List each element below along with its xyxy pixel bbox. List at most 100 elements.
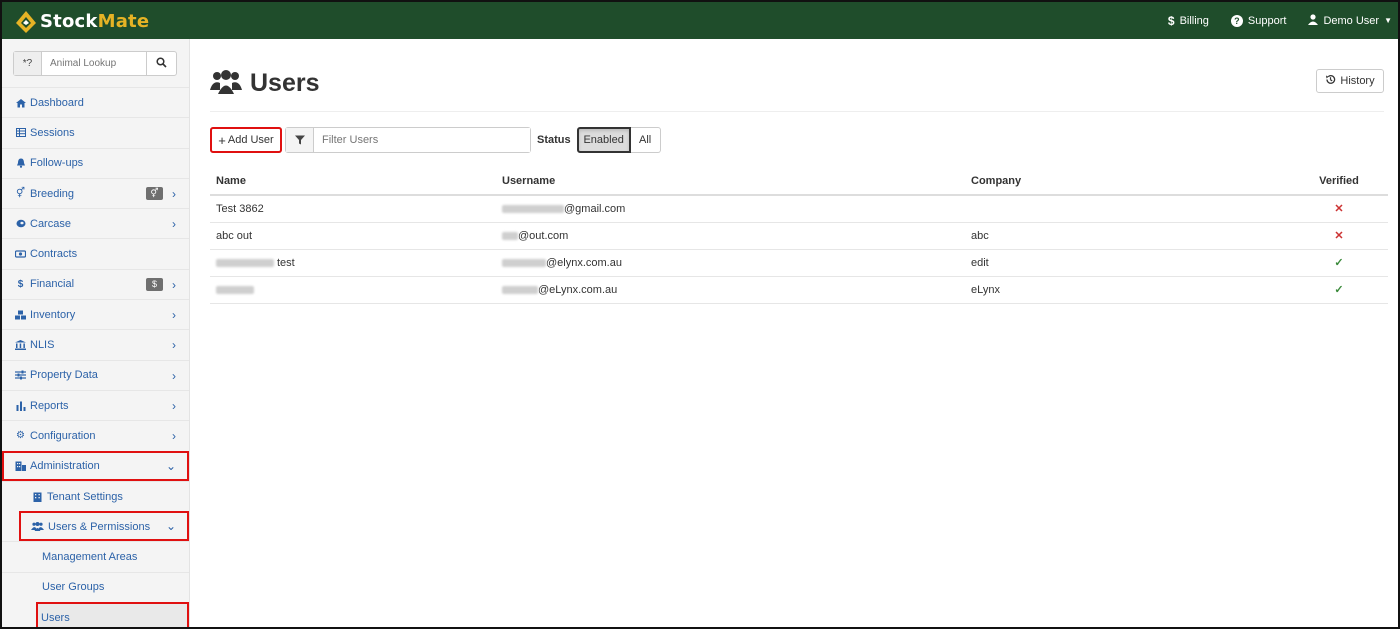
sidebar-item-follow-ups[interactable]: Follow-ups [2,147,189,178]
cell-verified: ✓ [1290,249,1388,277]
meat-icon [15,219,26,228]
brand-name: StockMate [40,10,150,32]
sidebar-item-label: Follow-ups [30,157,84,170]
sidebar-item-label: Financial [30,278,75,291]
cell-company: eLynx [965,276,1290,304]
gender-icon: ⚥ [15,188,26,200]
bar-chart-icon [15,401,26,411]
cell-name: test [210,249,496,277]
sidebar-item-administration[interactable]: Administration ⌄ [2,450,189,481]
wildcard-toggle[interactable]: *? [14,52,42,75]
sidebar-item-label: Carcase [30,217,71,230]
support-link[interactable]: ? Support [1230,14,1287,27]
redacted-text [216,285,254,294]
sidebar-item-reports[interactable]: Reports › [2,389,189,420]
sidebar-item-inventory[interactable]: Inventory › [2,299,189,329]
animal-lookup-input[interactable] [42,52,146,75]
logo[interactable]: StockMate [14,6,149,36]
table-row[interactable]: abc out @out.com abc ✕ [210,222,1388,250]
divider [210,111,1384,112]
sidebar-item-property-data[interactable]: Property Data › [2,359,189,390]
redacted-text [502,204,564,213]
table-row[interactable]: test @elynx.com.au edit ✓ [210,249,1388,277]
sidebar-item-nlis[interactable]: NLIS › [2,329,189,359]
column-header-name[interactable]: Name [210,168,496,196]
sidebar-item-configuration[interactable]: ⚙ Configuration › [2,420,189,450]
sidebar-item-users[interactable]: Users [36,602,189,627]
billing-link[interactable]: $ Billing [1168,14,1209,28]
page-title-text: Users [250,69,320,97]
chevron-right-icon: › [172,429,176,444]
sidebar-item-label: Sessions [30,126,75,139]
sidebar-item-label: Tenant Settings [47,490,123,503]
search-icon [156,56,167,71]
cell-verified: ✓ [1290,276,1388,304]
sidebar-item-contracts[interactable]: Contracts [2,238,189,268]
page-title: Users [210,69,320,98]
cell-name: abc out [210,222,496,250]
dollar-icon: $ [1167,13,1175,28]
cell-company: abc [965,222,1290,250]
billing-label: Billing [1179,14,1209,27]
column-header-username[interactable]: Username [496,168,965,196]
bell-icon [15,158,26,169]
sidebar-item-dashboard[interactable]: Dashboard [2,87,189,117]
sidebar-item-sessions[interactable]: Sessions [2,117,189,147]
filter-users-input[interactable] [314,128,530,152]
sidebar-item-management-areas[interactable]: Management Areas [2,541,189,571]
sidebar-item-financial[interactable]: $ Financial $ › [2,268,189,299]
sidebar-item-label: NLIS [30,339,55,352]
sidebar-item-carcase[interactable]: Carcase › [2,208,189,238]
sidebar-item-breeding[interactable]: ⚥ Breeding ⚥ › [2,177,189,208]
breeding-badge-icon: ⚥ [146,186,163,200]
status-toggle: Enabled All [576,127,661,153]
stockmate-logo-icon [14,9,38,33]
sidebar-item-label: Contracts [30,248,78,261]
users-icon [210,70,242,97]
history-button[interactable]: History [1316,69,1384,93]
sidebar-item-users-permissions[interactable]: Users & Permissions ⌄ [19,511,189,542]
cross-icon: ✕ [1334,203,1344,216]
sidebar-item-label: Administration [30,460,100,473]
main-content: Users History + Add User Status Enabled [191,39,1398,627]
table-row[interactable]: Test 3862 @gmail.com ✕ [210,195,1388,223]
user-menu[interactable]: Demo User ▼ [1308,13,1392,28]
status-enabled-option[interactable]: Enabled [576,127,631,153]
check-icon: ✓ [1334,284,1344,296]
column-header-verified[interactable]: Verified [1290,168,1388,196]
add-user-label: Add User [227,134,274,146]
sidebar-item-user-groups[interactable]: User Groups [2,571,189,602]
plus-icon: + [218,132,226,148]
status-all-option[interactable]: All [630,127,661,153]
sidebar-item-label: User Groups [42,581,105,594]
financial-badge: $ [146,277,163,291]
users-icon [31,522,44,532]
chevron-right-icon: › [172,398,176,413]
gear-icon: ⚙ [16,430,25,442]
sidebar-item-label: Users & Permissions [48,520,151,533]
column-header-company[interactable]: Company [965,168,1290,196]
sidebar-item-tenant-settings[interactable]: Tenant Settings [2,480,189,511]
toolbar: + Add User Status Enabled All [210,127,661,153]
sidebar-item-label: Inventory [30,308,76,321]
status-label: Status [537,134,571,146]
table-row[interactable]: @eLynx.com.au eLynx ✓ [210,276,1388,304]
building-icon [32,492,43,502]
handshake-icon [15,250,26,258]
search-button[interactable] [146,52,176,75]
add-user-button[interactable]: + Add User [210,127,282,153]
dollar-icon: $ [17,278,24,290]
home-icon [15,98,26,108]
filter-icon [286,128,314,152]
chevron-right-icon: › [172,368,176,383]
question-circle-icon: ? [1230,14,1243,27]
sliders-icon [15,370,26,380]
sidebar-nav: Dashboard Sessions Follow-ups ⚥ Breeding… [2,87,189,627]
support-label: Support [1247,14,1287,27]
cell-username: @eLynx.com.au [496,276,965,304]
chevron-right-icon: › [172,338,176,353]
cell-username: @out.com [496,222,965,250]
top-nav: $ Billing ? Support Demo User ▼ [1168,2,1392,39]
sidebar-item-label: Dashboard [30,96,84,109]
cell-company: edit [965,249,1290,277]
